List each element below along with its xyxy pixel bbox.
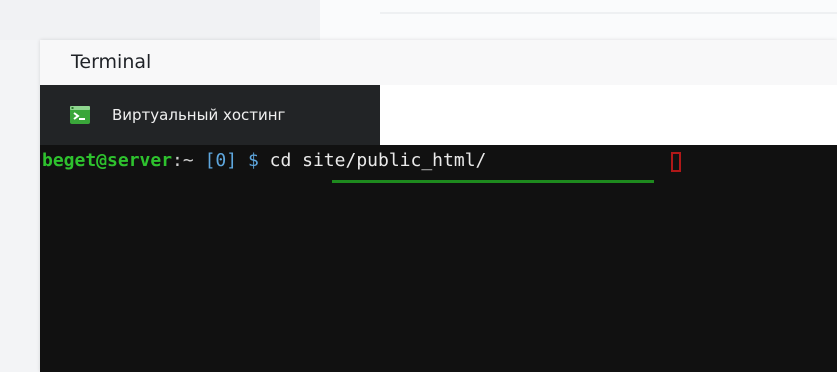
tab-virtual-hosting[interactable]: Виртуальный хостинг bbox=[40, 85, 380, 145]
tab-label: Виртуальный хостинг bbox=[112, 106, 286, 124]
page-background-left bbox=[0, 0, 320, 40]
prompt-colon: : bbox=[172, 150, 183, 171]
typed-command[interactable]: cd site/public_html/ bbox=[270, 150, 487, 171]
terminal-icon bbox=[70, 106, 90, 124]
prompt-user-host: beget@server bbox=[42, 150, 173, 171]
terminal-command-line: beget@server:~ [0] $ cd site/public_html… bbox=[42, 149, 486, 173]
prompt-path: ~ bbox=[182, 150, 194, 171]
prompt-symbol: $ bbox=[247, 150, 259, 171]
prompt-exit-code: [0] bbox=[204, 150, 238, 171]
terminal-output[interactable]: beget@server:~ [0] $ cd site/public_html… bbox=[40, 145, 837, 372]
terminal-window: Terminal Виртуальный хостинг beget@serve… bbox=[40, 40, 837, 372]
page-background-right bbox=[320, 0, 837, 40]
page-divider bbox=[380, 12, 837, 14]
window-title-bar: Terminal bbox=[40, 40, 837, 85]
command-underline bbox=[332, 180, 654, 183]
window-title: Terminal bbox=[71, 51, 152, 73]
terminal-cursor bbox=[671, 152, 681, 172]
